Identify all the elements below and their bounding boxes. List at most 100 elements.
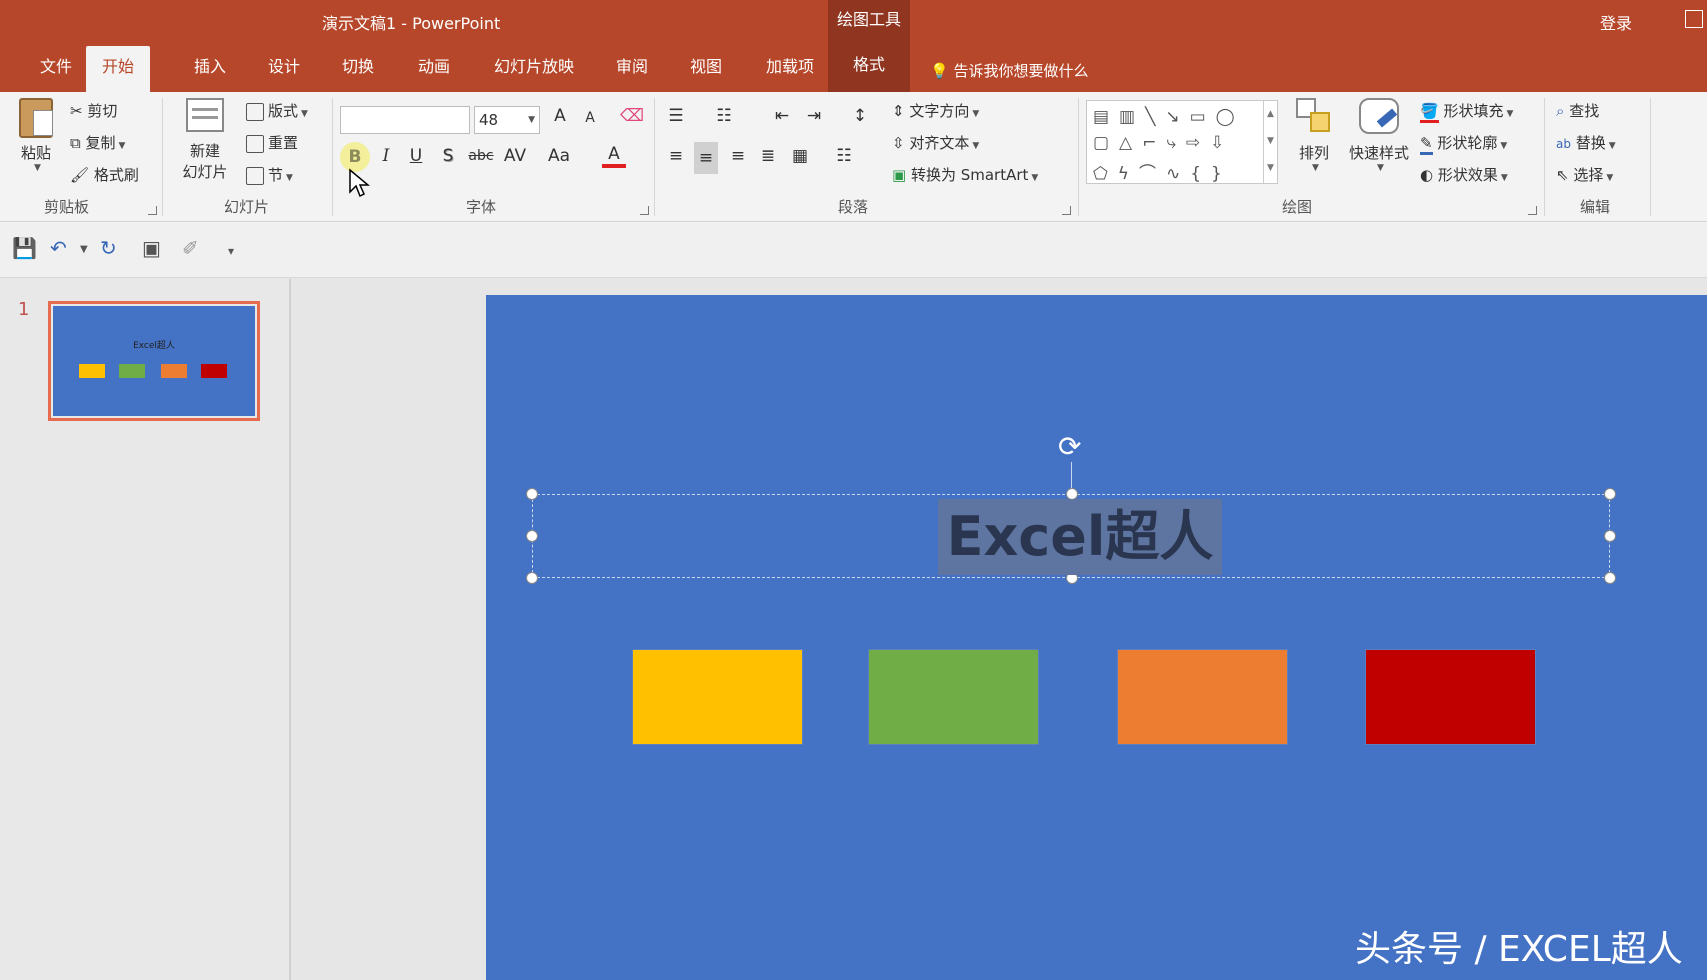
new-slide-button[interactable]: 新建 幻灯片	[172, 98, 238, 182]
orange-rectangle[interactable]	[1117, 649, 1288, 745]
select-button[interactable]: ⇖ 选择 ▼	[1556, 164, 1613, 185]
copy-button[interactable]: ⧉ 复制 ▼	[70, 132, 125, 153]
quick-styles-button[interactable]: 快速样式 ▼	[1344, 98, 1414, 173]
tab-design[interactable]: 设计	[252, 46, 316, 92]
save-icon[interactable]: 💾	[12, 236, 37, 260]
shape-fill-button[interactable]: 🪣 形状填充 ▼	[1420, 100, 1513, 123]
copy-label: 复制	[85, 134, 116, 152]
increase-indent-icon[interactable]: ⇥	[802, 106, 826, 126]
font-launcher-icon[interactable]	[640, 206, 649, 215]
slide-title-text[interactable]: Excel超人	[938, 499, 1222, 575]
slide-thumbnail-pane: 1 Excel超人	[0, 279, 291, 980]
align-text-icon: ⇳	[892, 134, 905, 152]
group-separator	[1544, 98, 1545, 216]
line-spacing-icon[interactable]: ↕	[848, 106, 872, 126]
paste-button[interactable]: 粘贴 ▼	[12, 98, 60, 173]
red-rectangle[interactable]	[1365, 649, 1536, 745]
tab-transitions[interactable]: 切换	[326, 46, 390, 92]
numbering-icon[interactable]: ☷	[712, 106, 736, 126]
format-painter-button[interactable]: 🖌 格式刷	[70, 164, 139, 185]
tell-me-label: 告诉我你想要做什么	[953, 62, 1089, 80]
italic-button[interactable]: I	[374, 146, 398, 166]
align-center-icon[interactable]: ≡	[694, 142, 718, 174]
section-label: 节	[268, 166, 284, 184]
clipboard-launcher-icon[interactable]	[148, 206, 157, 215]
justify-icon[interactable]: ≣	[756, 146, 780, 166]
paragraph-launcher-icon[interactable]	[1062, 206, 1071, 215]
resize-handle-right[interactable]	[1604, 530, 1616, 542]
yellow-rectangle[interactable]	[632, 649, 803, 745]
layout-button[interactable]: 版式 ▼	[246, 100, 308, 121]
shapes-row-2-icon[interactable]: ▢△⌐⤷⇨⇩	[1093, 133, 1234, 153]
slide-thumbnail[interactable]: Excel超人	[48, 301, 260, 421]
section-button[interactable]: 节 ▼	[246, 164, 293, 185]
tab-slideshow[interactable]: 幻灯片放映	[478, 46, 590, 92]
scissors-icon: ✂	[70, 102, 83, 120]
shape-effects-button[interactable]: ◐ 形状效果 ▼	[1420, 164, 1508, 185]
shapes-row-3-icon[interactable]: ⬠ϟ⌒∿{}	[1093, 159, 1232, 184]
clear-formatting-icon[interactable]: ⌫	[620, 106, 644, 126]
find-label: 查找	[1569, 102, 1600, 120]
tab-home[interactable]: 开始	[86, 46, 151, 92]
distributed-icon[interactable]: ▦	[788, 146, 812, 166]
columns-icon[interactable]: ☷	[832, 146, 856, 166]
cut-button[interactable]: ✂ 剪切	[70, 100, 117, 121]
shapes-row-1-icon[interactable]: ▤▥╲↘▭◯	[1093, 107, 1245, 127]
tab-view[interactable]: 视图	[674, 46, 738, 92]
login-link[interactable]: 登录	[1600, 10, 1632, 34]
tab-addins[interactable]: 加载项	[750, 46, 830, 92]
start-slideshow-icon[interactable]: ▣	[142, 236, 161, 260]
tab-animations[interactable]: 动画	[402, 46, 466, 92]
new-slide-icon	[186, 98, 224, 132]
touch-mode-icon[interactable]: ✐	[182, 236, 199, 260]
resize-handle-bottom-left[interactable]	[526, 572, 538, 584]
undo-icon[interactable]: ↶	[50, 236, 67, 260]
shape-outline-button[interactable]: ✎ 形状轮廓 ▼	[1420, 132, 1507, 155]
shapes-gallery[interactable]: ▤▥╲↘▭◯ ▢△⌐⤷⇨⇩ ⬠ϟ⌒∿{} ▲ ▼ ▼	[1086, 100, 1278, 184]
strikethrough-button[interactable]: abc	[466, 148, 496, 164]
tell-me-search[interactable]: 💡 告诉我你想要做什么	[930, 60, 1088, 81]
ribbon-display-options-icon[interactable]	[1685, 10, 1703, 28]
green-rectangle[interactable]	[868, 649, 1039, 745]
rotate-handle-icon[interactable]: ⟳	[1058, 430, 1081, 463]
tab-review[interactable]: 审阅	[600, 46, 664, 92]
clipboard-group-label: 剪贴板	[44, 198, 90, 216]
smartart-label: 转换为 SmartArt	[910, 166, 1029, 184]
shadow-button[interactable]: S	[436, 146, 460, 166]
reset-button[interactable]: 重置	[246, 132, 298, 153]
shrink-font-button[interactable]: A	[578, 110, 602, 126]
resize-handle-bottom-right[interactable]	[1604, 572, 1616, 584]
grow-font-button[interactable]: A	[548, 106, 572, 126]
character-spacing-button[interactable]: AV	[500, 146, 530, 166]
font-size-input[interactable]: 48 ▼	[474, 106, 540, 134]
change-case-button[interactable]: Aa	[544, 146, 574, 166]
drawing-launcher-icon[interactable]	[1528, 206, 1537, 215]
find-button[interactable]: ⌕ 查找	[1556, 100, 1599, 121]
resize-handle-top-left[interactable]	[526, 488, 538, 500]
quick-styles-icon	[1359, 98, 1399, 134]
underline-button[interactable]: U	[404, 146, 428, 166]
font-color-button[interactable]: A	[602, 144, 626, 168]
font-name-input[interactable]	[340, 106, 470, 134]
slide[interactable]	[486, 295, 1707, 980]
text-direction-button[interactable]: ⇕ 文字方向 ▼	[892, 100, 979, 121]
tab-format[interactable]: 格式	[828, 40, 910, 92]
quick-styles-label: 快速样式	[1348, 144, 1409, 162]
resize-handle-left[interactable]	[526, 530, 538, 542]
tab-file[interactable]: 文件	[24, 46, 88, 92]
group-separator	[1078, 98, 1079, 216]
decrease-indent-icon[interactable]: ⇤	[770, 106, 794, 126]
redo-icon[interactable]: ↻	[100, 236, 117, 260]
arrange-button[interactable]: 排列 ▼	[1290, 98, 1338, 173]
resize-handle-top-right[interactable]	[1604, 488, 1616, 500]
undo-dropdown-icon[interactable]: ▼	[80, 244, 88, 255]
bullets-icon[interactable]: ☰	[664, 106, 688, 126]
convert-smartart-button[interactable]: ▣ 转换为 SmartArt ▼	[892, 164, 1038, 185]
align-text-button[interactable]: ⇳ 对齐文本 ▼	[892, 132, 979, 153]
tab-insert[interactable]: 插入	[178, 46, 242, 92]
replace-button[interactable]: ab 替换 ▼	[1556, 132, 1616, 153]
align-left-icon[interactable]: ≡	[664, 146, 688, 166]
gallery-scroll-icon[interactable]: ▲ ▼ ▼	[1263, 101, 1277, 183]
align-right-icon[interactable]: ≡	[726, 146, 750, 166]
customize-toolbar-icon[interactable]: ▾	[228, 244, 234, 258]
